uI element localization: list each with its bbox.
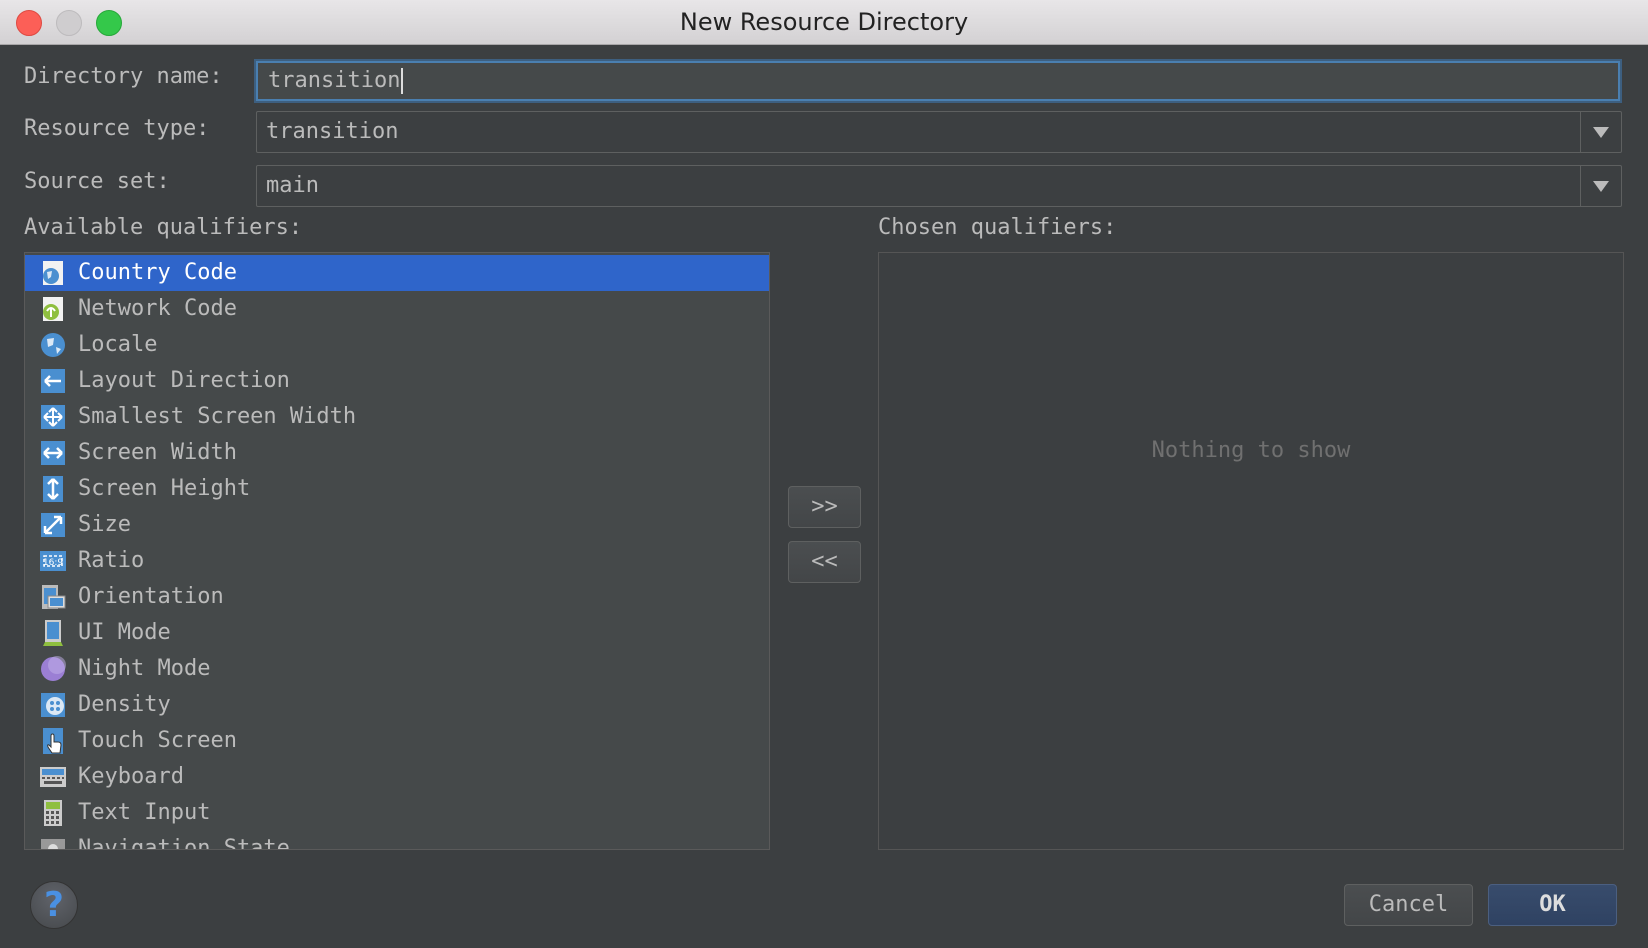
smallest-width-icon xyxy=(41,405,65,429)
resource-type-value: transition xyxy=(266,119,399,144)
window-title: New Resource Directory xyxy=(679,8,969,36)
available-qualifiers-list[interactable]: Country Code Network Code Locale Layout … xyxy=(24,252,770,850)
list-item-label: Keyboard xyxy=(78,764,184,789)
list-item-orientation[interactable]: Orientation xyxy=(25,579,769,615)
help-button[interactable]: ? xyxy=(30,881,78,929)
orientation-icon xyxy=(42,585,66,609)
title-bar: New Resource Directory xyxy=(0,0,1648,45)
chevron-down-icon[interactable] xyxy=(1580,166,1621,206)
source-set-dropdown[interactable]: main xyxy=(256,165,1622,207)
list-item-label: Ratio xyxy=(78,548,145,573)
dialog-window: New Resource Directory Directory name: t… xyxy=(0,0,1648,948)
chosen-qualifiers-label: Chosen qualifiers: xyxy=(878,215,1117,240)
size-icon xyxy=(41,513,65,537)
layout-direction-icon xyxy=(41,369,65,393)
list-item-label: Orientation xyxy=(78,584,224,609)
list-item-label: Smallest Screen Width xyxy=(78,404,357,429)
list-item-label: Navigation State xyxy=(78,836,290,850)
list-item-label: UI Mode xyxy=(78,620,171,645)
chosen-qualifiers-list[interactable]: Nothing to show xyxy=(878,252,1624,850)
list-item-label: Touch Screen xyxy=(78,728,237,753)
resource-type-label: Resource type: xyxy=(24,116,210,141)
network-code-icon xyxy=(43,297,63,321)
list-item-label: Text Input xyxy=(78,800,211,825)
text-input-icon xyxy=(44,800,62,826)
keyboard-icon xyxy=(40,767,66,787)
list-item-navigation-state[interactable]: Navigation State xyxy=(25,831,769,850)
add-qualifier-button[interactable]: >> xyxy=(788,486,861,528)
resource-type-dropdown[interactable]: transition xyxy=(256,111,1622,153)
navigation-state-icon xyxy=(41,839,65,849)
list-item-touch-screen[interactable]: Touch Screen xyxy=(25,723,769,759)
list-item-label: Density xyxy=(78,692,171,717)
list-item-label: Screen Height xyxy=(78,476,251,501)
list-item-text-input[interactable]: Text Input xyxy=(25,795,769,831)
list-item-label: Screen Width xyxy=(78,440,237,465)
source-set-label: Source set: xyxy=(24,169,170,194)
globe-icon xyxy=(41,333,65,357)
list-item-night-mode[interactable]: Night Mode xyxy=(25,651,769,687)
list-item-layout-direction[interactable]: Layout Direction xyxy=(25,363,769,399)
text-caret xyxy=(401,68,404,94)
ok-button[interactable]: OK xyxy=(1488,884,1617,926)
screen-width-icon xyxy=(41,441,65,465)
list-item-label: Country Code xyxy=(78,260,237,285)
density-icon xyxy=(41,693,65,717)
list-item-screen-width[interactable]: Screen Width xyxy=(25,435,769,471)
source-set-value: main xyxy=(266,173,319,198)
chevron-down-icon[interactable] xyxy=(1580,112,1621,152)
list-item-ratio[interactable]: 16:9 Ratio xyxy=(25,543,769,579)
list-item-locale[interactable]: Locale xyxy=(25,327,769,363)
list-item-label: Night Mode xyxy=(78,656,211,681)
screen-height-icon xyxy=(43,476,63,502)
svg-text:16:9: 16:9 xyxy=(43,558,63,568)
list-item-keyboard[interactable]: Keyboard xyxy=(25,759,769,795)
list-item-screen-height[interactable]: Screen Height xyxy=(25,471,769,507)
directory-name-value: transition xyxy=(268,68,401,93)
remove-qualifier-button[interactable]: << xyxy=(788,541,861,583)
list-item-label: Layout Direction xyxy=(78,368,290,393)
available-qualifiers-label: Available qualifiers: xyxy=(24,215,303,240)
list-item-label: Network Code xyxy=(78,296,237,321)
list-item-label: Locale xyxy=(78,332,158,357)
cancel-button[interactable]: Cancel xyxy=(1344,884,1473,926)
directory-name-input[interactable]: transition xyxy=(256,61,1620,101)
list-item-network-code[interactable]: Network Code xyxy=(25,291,769,327)
list-item-smallest-screen-width[interactable]: Smallest Screen Width xyxy=(25,399,769,435)
empty-state-text: Nothing to show xyxy=(1151,438,1351,463)
night-mode-icon xyxy=(41,656,66,681)
list-item-size[interactable]: Size xyxy=(25,507,769,543)
touch-screen-icon xyxy=(43,728,63,754)
list-item-label: Size xyxy=(78,512,131,537)
list-item-country-code[interactable]: Country Code xyxy=(25,255,769,291)
directory-name-label: Directory name: xyxy=(24,64,223,89)
country-code-icon xyxy=(43,261,63,285)
ui-mode-icon xyxy=(43,620,63,646)
list-item-ui-mode[interactable]: UI Mode xyxy=(25,615,769,651)
ratio-icon: 16:9 xyxy=(40,551,66,571)
list-item-density[interactable]: Density xyxy=(25,687,769,723)
